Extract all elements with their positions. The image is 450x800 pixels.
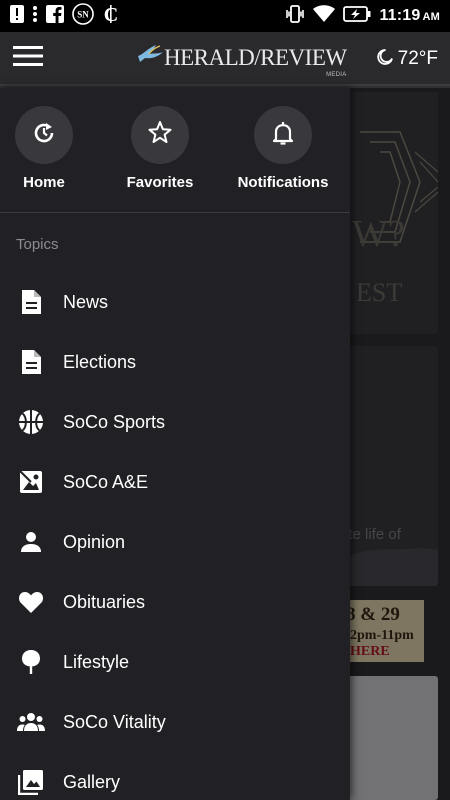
wifi-icon xyxy=(313,4,336,28)
image-icon xyxy=(16,467,46,497)
vibrate-icon xyxy=(285,4,305,28)
bell-icon xyxy=(269,119,297,152)
menu-button[interactable] xyxy=(0,31,56,85)
basketball-icon xyxy=(16,407,46,437)
sn-logo-icon: SN xyxy=(72,2,94,30)
topic-item-soco-vitality[interactable]: SoCo Vitality xyxy=(0,692,350,752)
home-button[interactable] xyxy=(15,106,73,164)
brand-sub: MEDIA xyxy=(326,72,347,78)
app-root: SN C 11:19AM xyxy=(0,0,450,800)
tree-icon xyxy=(16,647,46,677)
document-icon xyxy=(16,287,46,317)
topic-item-opinion[interactable]: Opinion xyxy=(0,512,350,572)
quick-link-favorites[interactable]: Favorites xyxy=(100,106,220,191)
alert-icon xyxy=(10,4,24,28)
clock: 11:19 AM xyxy=(379,7,440,24)
weather-widget[interactable]: 72°F xyxy=(376,32,438,86)
quick-link-label: Notifications xyxy=(237,174,329,191)
topics-heading: Topics xyxy=(16,236,59,253)
person-icon xyxy=(16,527,46,557)
hummingbird-icon xyxy=(136,42,164,69)
topic-label: Obituaries xyxy=(63,591,146,612)
battery-charging-icon xyxy=(343,5,371,27)
svg-text:SN: SN xyxy=(77,9,89,19)
brand-logo[interactable]: HERALD/REVIEW MEDIA xyxy=(136,42,347,78)
topic-label: Lifestyle xyxy=(63,651,130,672)
topic-label: SoCo Sports xyxy=(63,411,166,432)
moon-icon xyxy=(376,48,394,71)
app-bar: HERALD/REVIEW MEDIA 72°F xyxy=(0,32,450,86)
notifications-button[interactable] xyxy=(254,106,312,164)
topic-item-news[interactable]: News xyxy=(0,272,350,332)
topic-label: News xyxy=(63,291,109,312)
home-refresh-icon xyxy=(30,119,58,152)
topic-label: Gallery xyxy=(63,771,121,792)
quick-links: Home Favorites Notifications xyxy=(0,88,350,212)
quick-link-label: Home xyxy=(23,174,65,191)
topic-label: SoCo Vitality xyxy=(63,711,166,732)
group-icon xyxy=(16,707,46,737)
document-icon xyxy=(16,347,46,377)
topic-label: Elections xyxy=(63,351,137,372)
newspaper-c-icon: C xyxy=(102,4,120,29)
status-notifications: SN C xyxy=(0,0,120,32)
more-vert-icon xyxy=(32,5,38,28)
quick-link-label: Favorites xyxy=(126,174,194,191)
temperature: 72°F xyxy=(397,48,438,69)
topic-item-lifestyle[interactable]: Lifestyle xyxy=(0,632,350,692)
brand-name: HERALD/REVIEW xyxy=(164,45,347,70)
favorites-button[interactable] xyxy=(131,106,189,164)
topic-label: Opinion xyxy=(63,531,126,552)
drawer-scrim[interactable] xyxy=(350,88,450,800)
gallery-icon xyxy=(16,767,46,797)
heart-icon xyxy=(16,587,46,617)
hamburger-icon xyxy=(13,45,43,72)
divider xyxy=(0,212,350,213)
quick-link-notifications[interactable]: Notifications xyxy=(223,106,343,191)
star-icon xyxy=(146,119,174,152)
topic-item-gallery[interactable]: Gallery xyxy=(0,752,350,800)
topic-label: SoCo A&E xyxy=(63,471,149,492)
navigation-drawer: Home Favorites Notifications Topics News… xyxy=(0,88,350,800)
status-bar: SN C 11:19AM xyxy=(0,0,450,32)
quick-link-home[interactable]: Home xyxy=(0,106,104,191)
topic-item-elections[interactable]: Elections xyxy=(0,332,350,392)
status-system: 11:19 AM xyxy=(285,0,450,32)
topic-item-soco-sports[interactable]: SoCo Sports xyxy=(0,392,350,452)
topic-item-soco-ae[interactable]: SoCo A&E xyxy=(0,452,350,512)
topic-item-obituaries[interactable]: Obituaries xyxy=(0,572,350,632)
facebook-icon xyxy=(46,4,64,28)
